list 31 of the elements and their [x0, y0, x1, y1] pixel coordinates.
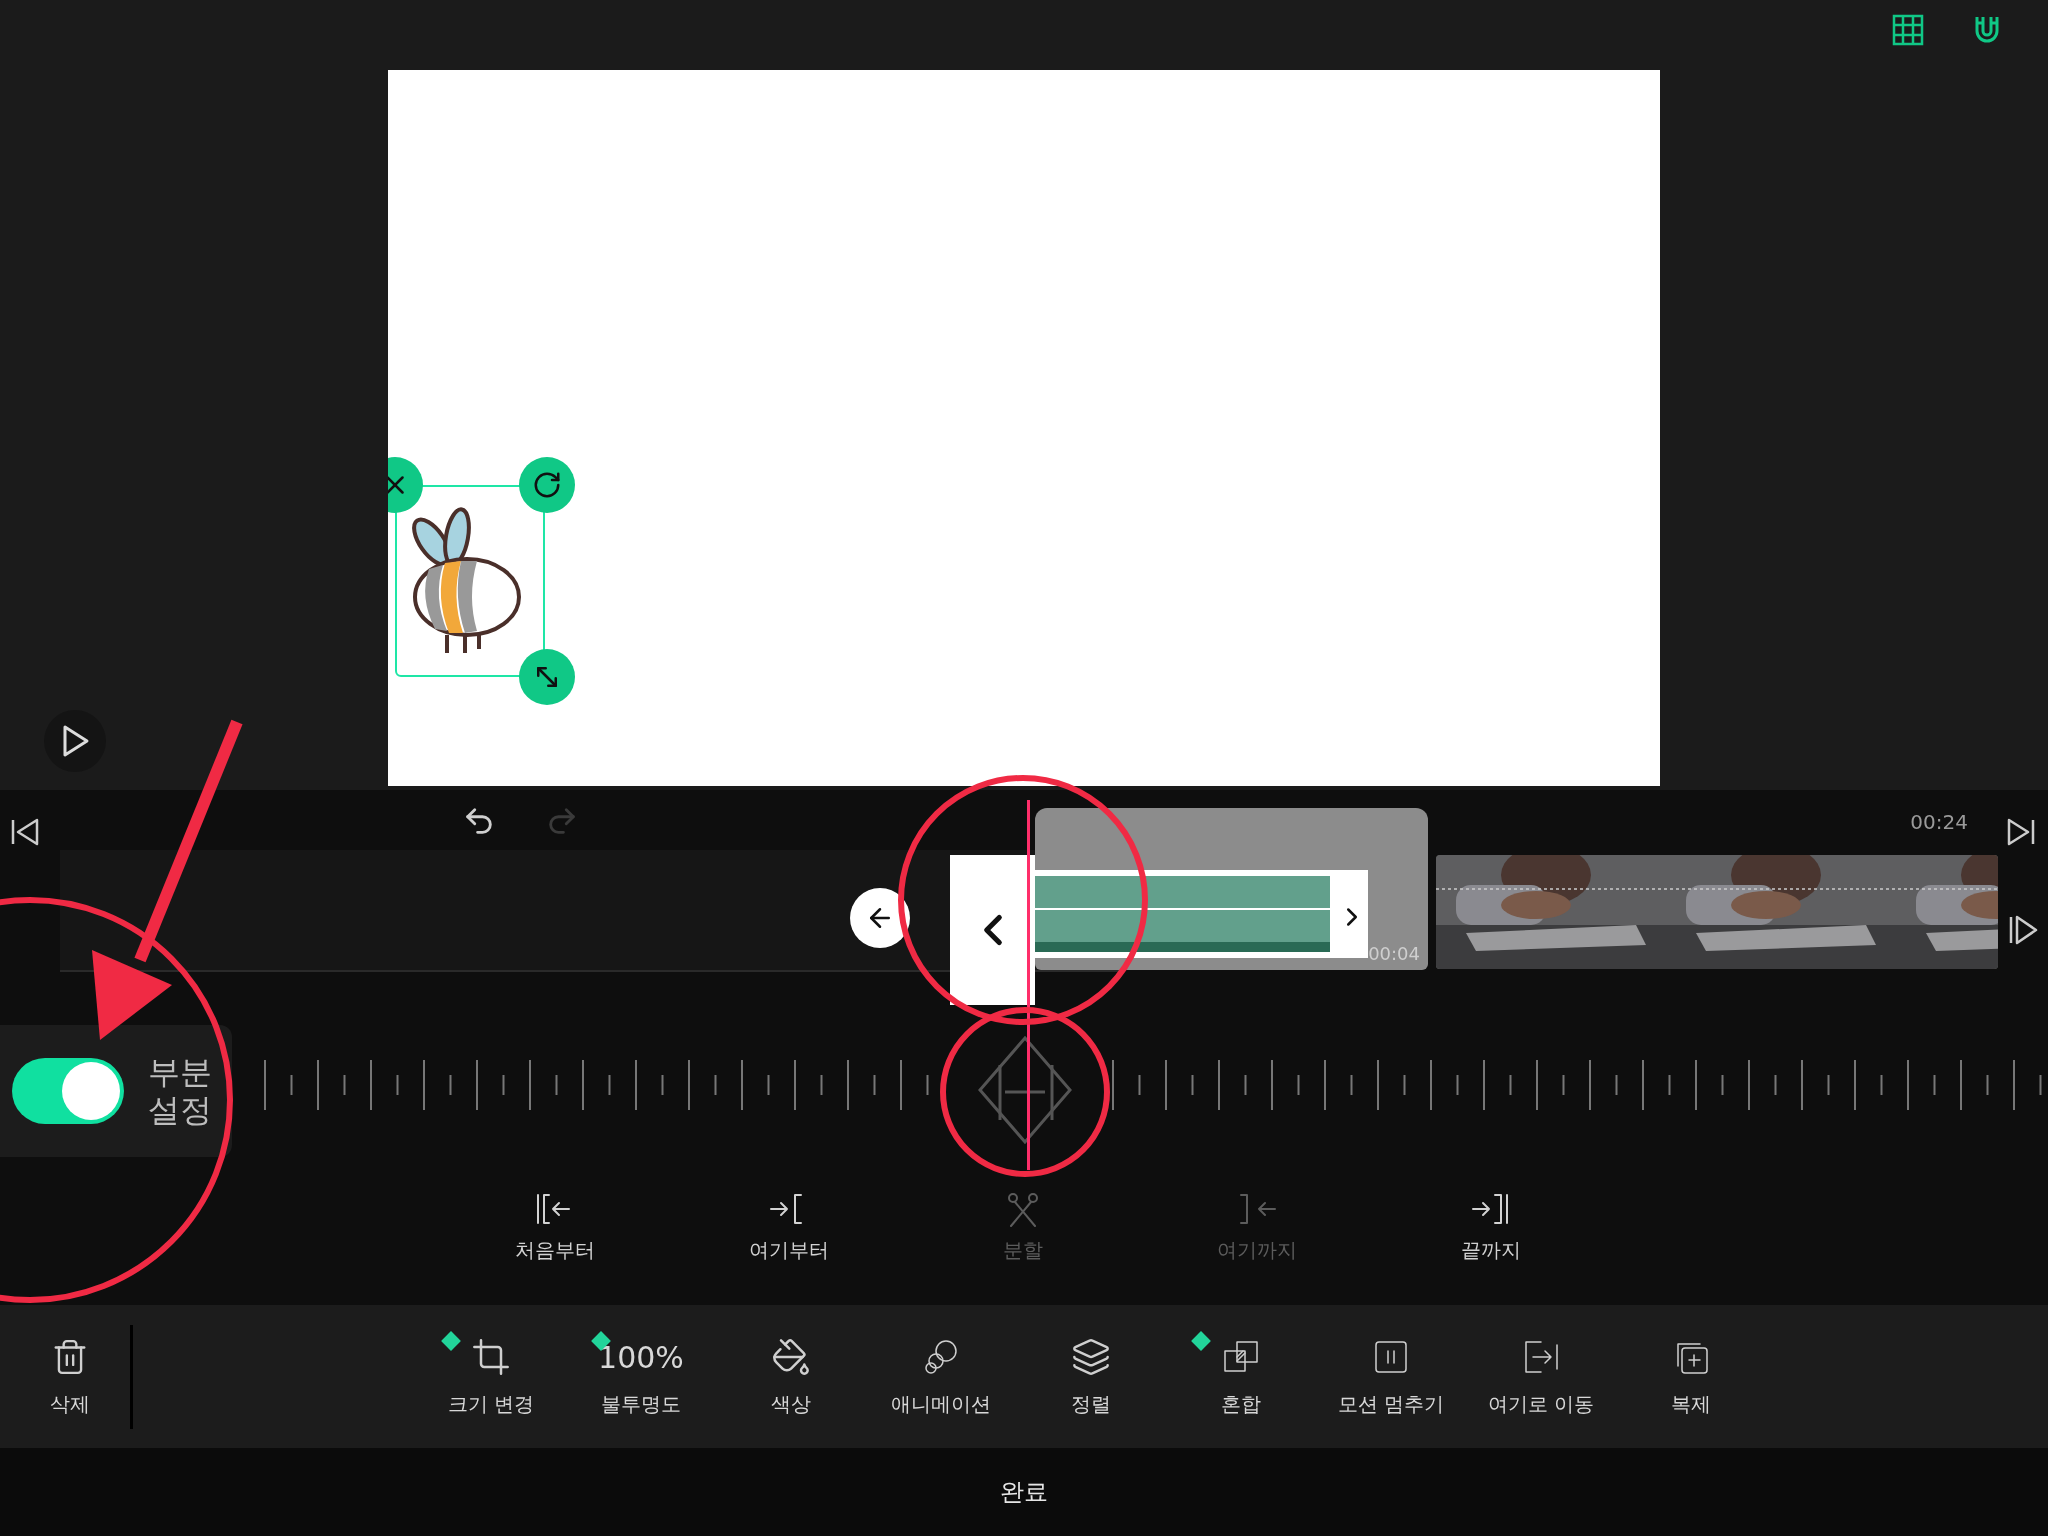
tool-button[interactable]: 애니메이션	[866, 1321, 1016, 1432]
tool-button[interactable]: 색상	[716, 1321, 866, 1432]
split-action[interactable]: 끝까지	[1374, 1190, 1608, 1265]
skip-start-button[interactable]	[10, 818, 40, 846]
grid-icon[interactable]	[1892, 14, 1924, 46]
resize-handle[interactable]	[519, 649, 575, 705]
clip-duration: 00:04	[1368, 943, 1420, 964]
opacity-value: 100%	[598, 1339, 684, 1375]
jump-end-icon	[1471, 1191, 1511, 1227]
skip-end-button[interactable]	[2006, 818, 2036, 846]
total-duration: 00:24	[1910, 810, 1968, 834]
paint-bucket-icon	[771, 1337, 811, 1377]
tool-button[interactable]: 크기 변경	[416, 1321, 566, 1432]
done-button[interactable]: 완료	[994, 1475, 1054, 1509]
frame-step-button[interactable]	[2008, 915, 2038, 945]
trim-left-handle[interactable]	[950, 855, 1035, 1005]
scissors-icon	[1005, 1191, 1041, 1227]
layers-icon	[1071, 1337, 1111, 1377]
tool-button[interactable]: 모션 멈추기	[1316, 1321, 1466, 1432]
split-action[interactable]: 여기부터	[672, 1190, 906, 1265]
tool-button[interactable]: 혼합	[1166, 1321, 1316, 1432]
trim-to-icon	[1237, 1191, 1277, 1227]
crop-icon	[471, 1337, 511, 1377]
tool-button[interactable]: 여기로 이동	[1466, 1321, 1616, 1432]
tool-button[interactable]: 100% 불투명도	[566, 1321, 716, 1432]
delete-button[interactable]: 삭제	[0, 1321, 140, 1432]
tool-button[interactable]: 복제	[1616, 1321, 1766, 1432]
toggle-label: 부분 설정	[148, 1052, 213, 1130]
tool-button[interactable]: 정렬	[1016, 1321, 1166, 1432]
split-action[interactable]: 처음부터	[438, 1190, 672, 1265]
rotate-handle[interactable]	[519, 457, 575, 513]
